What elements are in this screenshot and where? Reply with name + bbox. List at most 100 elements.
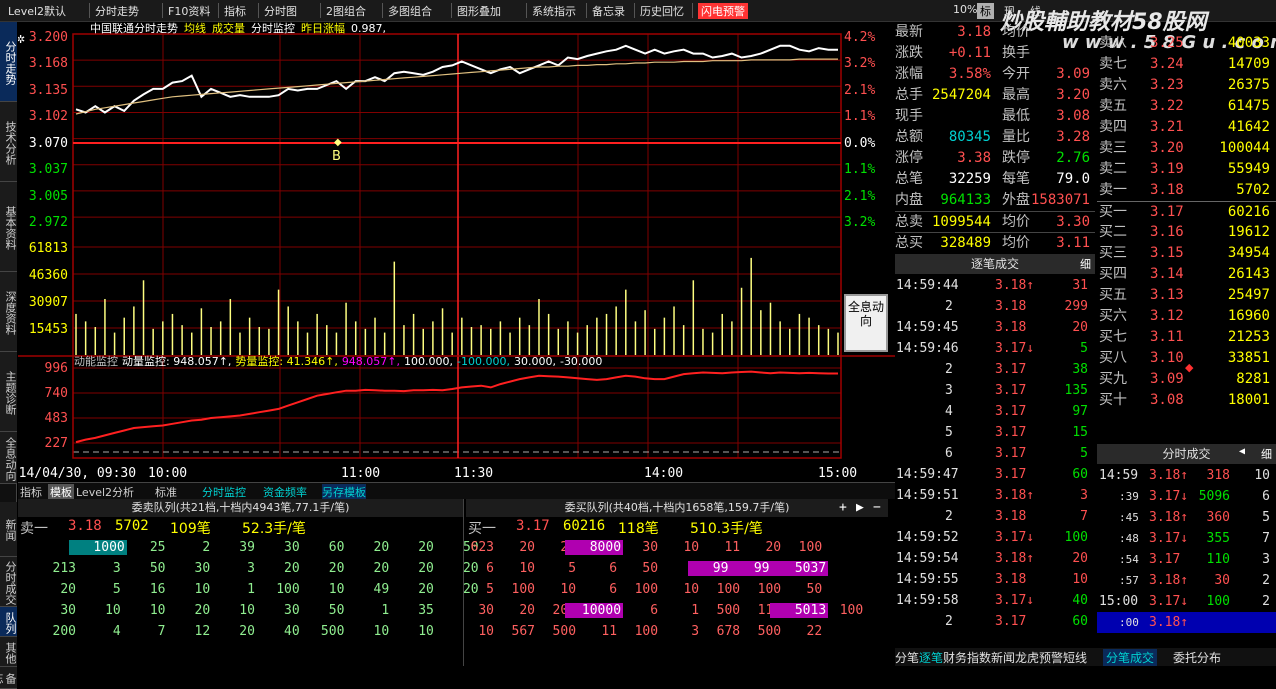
bottom-tab-3[interactable]: 标准 [155,484,177,500]
bottom-tab-5[interactable]: 资金频率 [263,484,307,500]
queue-cell: 5 [486,582,494,597]
expand-icon[interactable]: + [839,500,847,515]
queue-cell: 6 [609,582,618,597]
header-monitor: 分时监控 [251,22,295,35]
book-volume: 41642 [1227,119,1270,135]
book-price: 3.10 [1150,350,1184,366]
tick-price: 3.18↑ [995,551,1035,566]
toolbar-item-3[interactable]: 指标 [224,3,246,19]
toolbar-item-6[interactable]: 多图组合 [388,3,432,19]
book-price: 3.12 [1150,308,1184,324]
queue-cell: 20 [765,540,782,555]
ind-tick: 996 [45,361,68,376]
bottom-tab-0[interactable]: 指标 [20,484,42,500]
ind-p1: 948.057↑, [342,355,400,368]
zoom-level[interactable]: 10% [953,3,977,16]
intraday-chart[interactable]: 3.200 3.168 3.135 3.102 3.070 3.037 3.005 2.972… [3,21,895,482]
tick-row: 6 3.17 5 [895,443,1095,464]
status-tab-1[interactable]: 逐笔 [919,649,943,666]
toolbar-item-10[interactable]: 历史回忆 [640,3,684,19]
bottom-side-tab-1[interactable]: 分时成交 [0,557,17,607]
side-tab-1[interactable]: 技术分析 [0,102,17,182]
toolbar-separator [162,3,163,18]
minute-detail-button[interactable]: 细 [1261,446,1272,462]
pct-tick: 3.2% [844,56,875,71]
sell_queue-label: 卖一 [20,521,48,537]
bottom-side-tab-4[interactable]: 备忘 [0,667,17,689]
side-tab-0[interactable]: 分时走势 [0,22,17,102]
toolbar-item-9[interactable]: 备忘录 [592,3,625,19]
tick-price: 3.17 [995,467,1027,482]
tick-time: 14:59:45 [896,320,959,335]
side-tab-5[interactable]: 全息动向 [0,432,17,484]
book-label: 买七 [1099,329,1127,345]
tick-price: 3.18↑ [995,488,1035,503]
side-tab-3[interactable]: 深度资料 [0,272,17,352]
toolbar-item-8[interactable]: 系统指示 [532,3,576,19]
minute-volume: 30 [1214,573,1230,588]
status-tab-0[interactable]: 分笔 [895,649,919,666]
status-tab-4[interactable]: 新闻 [991,649,1015,666]
queue-cell: 20 [418,582,434,597]
side-tab-4[interactable]: 主题诊断 [0,352,17,432]
book-row: 卖五 3.22 61475 [1097,96,1276,117]
queue-cell: 200 [52,624,76,639]
tick-volume: 7 [1080,509,1088,524]
book-volume: 40033 [1227,35,1270,51]
status-tab-6[interactable]: 预警 [1039,649,1063,666]
bottom-side-tab-3[interactable]: 其他 [0,637,17,667]
next-icon[interactable]: ▶ [856,500,864,515]
toolbar-separator [218,3,219,18]
tick-detail-button[interactable]: 细 [1080,256,1091,272]
toolbar-separator [526,3,527,18]
quote-label-2: 量比 [1002,129,1030,145]
status-tab-2[interactable]: 财务 [943,649,967,666]
minute-count: 10 [1254,468,1270,483]
queue-cell: 6 [609,561,618,576]
ind-p4: 30.000, [514,355,556,368]
status-tab-7[interactable]: 短线 [1063,649,1087,666]
buy_queue-avg: 510.3手/笔 [690,521,763,537]
quote-value: 3.38 [957,150,991,166]
toolbar-item-2[interactable]: F10资料 [168,3,210,19]
collapse-icon[interactable]: − [873,500,881,515]
book-volume: 55949 [1227,161,1270,177]
view-tab-0[interactable]: 标 [977,3,994,19]
bottom-side-tab-0[interactable]: 新闻 [0,502,17,557]
status-tab-5[interactable]: 龙虎 [1015,649,1039,666]
toolbar-item-5[interactable]: 2图组合 [326,3,366,19]
toolbar-item-1[interactable]: 分时走势 [95,3,139,19]
bottom-tab-1[interactable]: 模板 [48,484,74,500]
tick-time: 2 [945,509,953,524]
ind-p5: -30.000 [560,355,602,368]
queue-cell: 1 [381,603,390,618]
bottom-tab-4[interactable]: 分时监控 [202,484,246,500]
tick-row: 5 3.17 15 [895,422,1095,443]
quote-row: 总买 328489 均价 3.11 [895,232,1095,253]
quote-label: 总额 [895,129,923,145]
toolbar-item-11[interactable]: 闪电预警 [698,3,748,19]
bottom-tab-2[interactable]: Level2分析 [76,484,134,500]
toolbar-item-4[interactable]: 分时图 [264,3,297,19]
change-indicator-icon: ◆ [1185,361,1194,374]
minute-row: :57 3.18↑ 30 2 [1097,570,1276,591]
queue-cell: 10 [478,624,494,639]
queue-cell: 10 [194,582,211,597]
queue-cell: 20 [239,624,255,639]
toolbar-separator [320,3,321,18]
status-tab-3[interactable]: 指数 [967,649,991,666]
toolbar-item-7[interactable]: 图形叠加 [457,3,501,19]
tick-row: 2 3.18 7 [895,506,1095,527]
price-tick: 3.005 [29,189,68,204]
status-right-tab-0[interactable]: 分笔成交 [1103,649,1158,666]
toolbar-item-0[interactable]: Level2默认 [8,3,66,19]
bottom-tab-6[interactable]: 另存模板 [322,484,366,500]
scroll-left-icon[interactable]: ◀ [1239,446,1245,457]
full-info-button[interactable]: 全息动向 [844,294,888,352]
bottom-side-tab-2[interactable]: 队列 [0,607,17,637]
queue-cell: 10000 [565,603,624,618]
queue-cell: 49 [373,582,390,597]
status-right-tab-1[interactable]: 委托分布 [1173,649,1221,666]
left-side-tabs: 分时走势技术分析基本资料深度资料主题诊断全息动向新闻分时成交队列其他备忘 [0,22,17,689]
side-tab-2[interactable]: 基本资料 [0,182,17,272]
